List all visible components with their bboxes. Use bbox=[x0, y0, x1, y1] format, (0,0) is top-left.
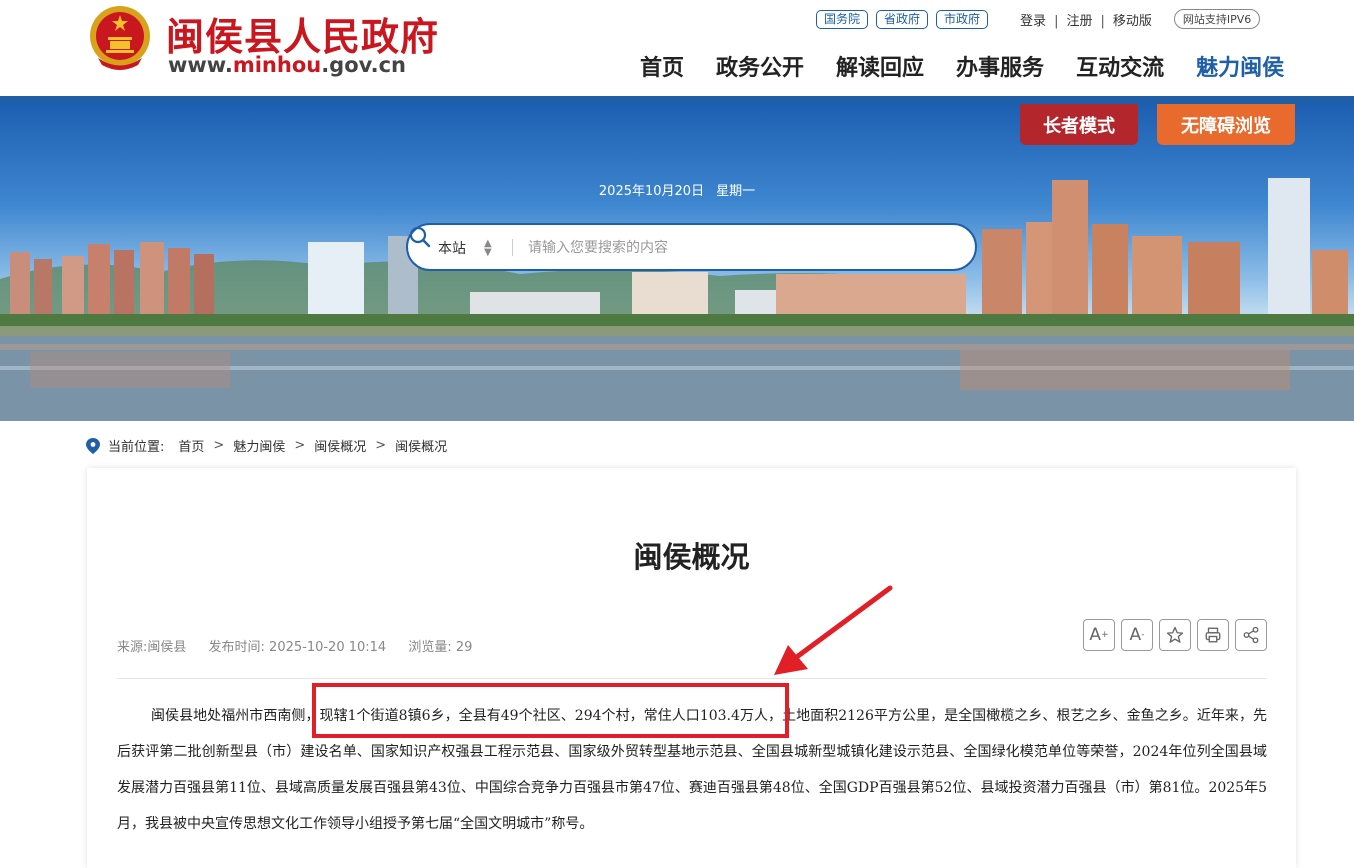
article-views: 浏览量: 29 bbox=[408, 640, 473, 655]
separator: | bbox=[1054, 13, 1059, 29]
font-increase-button[interactable]: A + bbox=[1083, 619, 1115, 651]
search-icon[interactable] bbox=[408, 225, 432, 249]
national-emblem-icon bbox=[90, 6, 150, 70]
font-decrease-button[interactable]: A- bbox=[1121, 619, 1153, 651]
site-url: www.minhou.gov.cn bbox=[168, 53, 406, 77]
breadcrumb-current-page[interactable]: 闽侯概况 bbox=[395, 436, 447, 455]
article-tools: A + A- bbox=[1083, 619, 1267, 651]
share-icon bbox=[1243, 626, 1259, 644]
breadcrumb-overview-section[interactable]: 闽侯概况 bbox=[314, 436, 366, 455]
site-url-highlight: minhou bbox=[232, 53, 322, 77]
article-card: 闽侯概况 来源:闽侯县 发布时间: 2025-10-20 10:14 浏览量: … bbox=[87, 468, 1296, 868]
breadcrumb-separator: > bbox=[375, 438, 387, 453]
search-input[interactable] bbox=[526, 235, 930, 261]
city-banner: 长者模式 无障碍浏览 2025年10月20日 星期一 本站 ▲ ▼ bbox=[0, 104, 1354, 421]
share-button[interactable] bbox=[1235, 619, 1267, 651]
site-url-suffix: .gov.cn bbox=[321, 53, 406, 77]
breadcrumb-charm-minhou[interactable]: 魅力闽侯 bbox=[233, 436, 285, 455]
nav-interaction[interactable]: 互动交流 bbox=[1076, 50, 1164, 82]
weekday-value: 星期一 bbox=[716, 184, 756, 199]
article-publish-time: 发布时间: 2025-10-20 10:14 bbox=[208, 640, 387, 655]
font-increase-sup: + bbox=[1101, 630, 1109, 640]
font-decrease-sup: - bbox=[1141, 630, 1145, 640]
link-provincial-gov[interactable]: 省政府 bbox=[876, 9, 929, 29]
nav-charm-minhou[interactable]: 魅力闽侯 bbox=[1196, 50, 1284, 82]
print-button[interactable] bbox=[1197, 619, 1229, 651]
top-links: 国务院 省政府 市政府 登录 | 注册 | 移动版 网站支持IPV6 bbox=[816, 9, 1261, 29]
elder-mode-button[interactable]: 长者模式 bbox=[1020, 104, 1138, 145]
date-value: 2025年10月20日 bbox=[598, 184, 705, 199]
search-scope-select[interactable]: 本站 bbox=[438, 238, 466, 258]
breadcrumb-separator: > bbox=[294, 438, 306, 453]
star-icon bbox=[1166, 626, 1184, 643]
font-increase-label: A bbox=[1089, 625, 1102, 645]
nav-gov-affairs[interactable]: 政务公开 bbox=[716, 50, 804, 82]
printer-icon bbox=[1205, 627, 1221, 643]
favorite-button[interactable] bbox=[1159, 619, 1191, 651]
ipv6-badge: 网站支持IPV6 bbox=[1173, 9, 1261, 29]
current-date: 2025年10月20日 星期一 bbox=[0, 180, 1354, 199]
search-bar: 本站 ▲ ▼ bbox=[406, 223, 977, 271]
nav-services[interactable]: 办事服务 bbox=[956, 50, 1044, 82]
meta-divider bbox=[117, 678, 1266, 679]
accessible-browse-button[interactable]: 无障碍浏览 bbox=[1157, 104, 1295, 145]
breadcrumb-home[interactable]: 首页 bbox=[178, 436, 204, 455]
breadcrumb-label: 当前位置: bbox=[108, 440, 165, 455]
site-header: 闽侯县人民政府 www.minhou.gov.cn 国务院 省政府 市政府 登录… bbox=[0, 0, 1354, 98]
nav-interpretation[interactable]: 解读回应 bbox=[836, 50, 924, 82]
account-links: 登录 | 注册 | 移动版 bbox=[1020, 10, 1152, 29]
article-source: 来源:闽侯县 bbox=[117, 640, 187, 655]
font-decrease-label: A bbox=[1129, 625, 1142, 645]
nav-home[interactable]: 首页 bbox=[640, 50, 684, 82]
breadcrumb-separator: > bbox=[213, 438, 225, 453]
register-link[interactable]: 注册 bbox=[1066, 14, 1092, 29]
breadcrumb: 当前位置: 首页 > 魅力闽侯 > 闽侯概况 > 闽侯概况 bbox=[86, 436, 447, 455]
main-nav: 首页 政务公开 解读回应 办事服务 互动交流 魅力闽侯 bbox=[640, 50, 1284, 82]
article-meta: 来源:闽侯县 发布时间: 2025-10-20 10:14 浏览量: 29 bbox=[117, 636, 490, 655]
article-title: 闽侯概况 bbox=[633, 540, 750, 574]
link-city-gov[interactable]: 市政府 bbox=[936, 9, 989, 29]
link-state-council[interactable]: 国务院 bbox=[816, 9, 869, 29]
header-divider-bar bbox=[0, 96, 1354, 104]
article-body: 闽侯县地处福州市西南侧，现辖1个街道8镇6乡，全县有49个社区、294个村，常住… bbox=[117, 708, 1267, 832]
search-divider bbox=[512, 239, 513, 256]
sort-arrows-icon[interactable]: ▲ ▼ bbox=[484, 239, 492, 258]
separator: | bbox=[1100, 13, 1105, 29]
login-link[interactable]: 登录 bbox=[1020, 14, 1046, 29]
site-url-prefix: www. bbox=[168, 53, 233, 77]
mobile-version-link[interactable]: 移动版 bbox=[1113, 14, 1152, 29]
location-pin-icon bbox=[86, 437, 100, 454]
